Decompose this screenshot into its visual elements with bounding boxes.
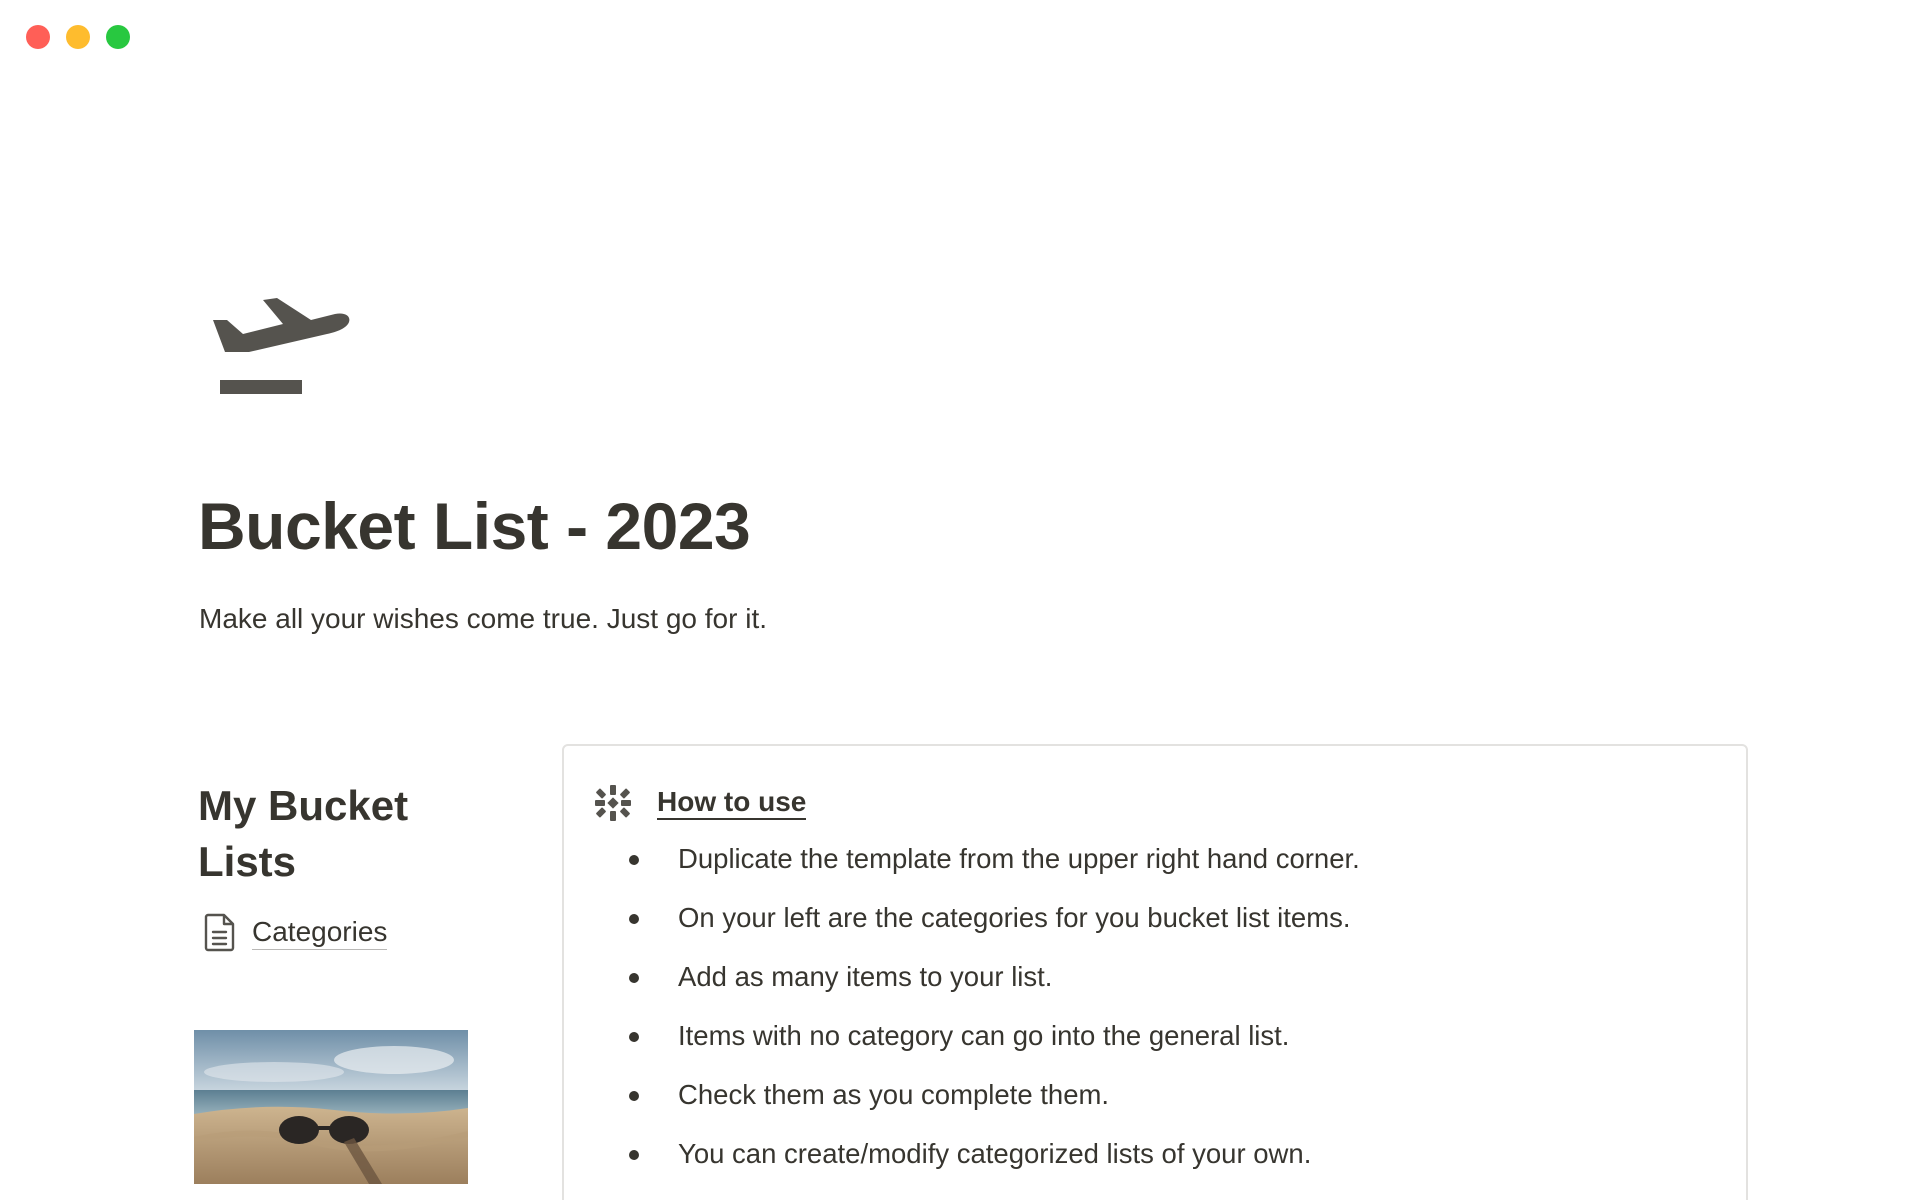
close-window-button[interactable] bbox=[26, 25, 50, 49]
bucket-lists-heading: My Bucket Lists bbox=[198, 782, 409, 885]
bullet-icon bbox=[629, 1032, 639, 1042]
list-item-text: Items with no category can go into the g… bbox=[678, 1020, 1290, 1051]
list-item[interactable]: Duplicate the template from the upper ri… bbox=[629, 842, 1360, 876]
bullet-icon bbox=[629, 1150, 639, 1160]
page-title[interactable]: Bucket List - 2023 bbox=[198, 488, 751, 564]
minimize-window-button[interactable] bbox=[66, 25, 90, 49]
bullet-icon bbox=[629, 973, 639, 983]
list-item[interactable]: Add as many items to your list. bbox=[629, 960, 1360, 994]
categories-link-label: Categories bbox=[252, 915, 388, 950]
list-item-text: Duplicate the template from the upper ri… bbox=[678, 843, 1360, 874]
bullet-icon bbox=[629, 1091, 639, 1101]
list-item-text: Check them as you complete them. bbox=[678, 1079, 1110, 1110]
list-item[interactable]: Check them as you complete them. bbox=[629, 1078, 1360, 1112]
list-item[interactable]: Items with no category can go into the g… bbox=[629, 1019, 1360, 1053]
list-item[interactable]: You can create/modify categorized lists … bbox=[629, 1137, 1360, 1171]
instructions-list: Duplicate the template from the upper ri… bbox=[629, 842, 1360, 1196]
list-item-text: You can create/modify categorized lists … bbox=[678, 1138, 1312, 1169]
beach-sunglasses-image bbox=[194, 1030, 468, 1184]
airplane-departure-icon[interactable] bbox=[205, 290, 355, 410]
list-item-text: Add as many items to your list. bbox=[678, 961, 1053, 992]
how-to-use-callout: How to use Duplicate the template from t… bbox=[562, 744, 1748, 1200]
callout-header: How to use bbox=[594, 784, 807, 822]
window-controls bbox=[26, 25, 130, 49]
how-to-use-link[interactable]: How to use bbox=[657, 786, 807, 820]
list-item-text: On your left are the categories for you … bbox=[678, 902, 1351, 933]
sparkle-asterisk-icon[interactable] bbox=[594, 784, 632, 822]
document-icon bbox=[204, 913, 235, 952]
list-item[interactable]: On your left are the categories for you … bbox=[629, 901, 1360, 935]
app-window: Bucket List - 2023 Make all your wishes … bbox=[0, 0, 1920, 1200]
sidebar-column: My Bucket Lists Categories bbox=[198, 778, 498, 952]
categories-page-link[interactable]: Categories bbox=[202, 912, 498, 952]
zoom-window-button[interactable] bbox=[106, 25, 130, 49]
bullet-icon bbox=[629, 855, 639, 865]
page-subtitle[interactable]: Make all your wishes come true. Just go … bbox=[199, 603, 767, 635]
bullet-icon bbox=[629, 914, 639, 924]
